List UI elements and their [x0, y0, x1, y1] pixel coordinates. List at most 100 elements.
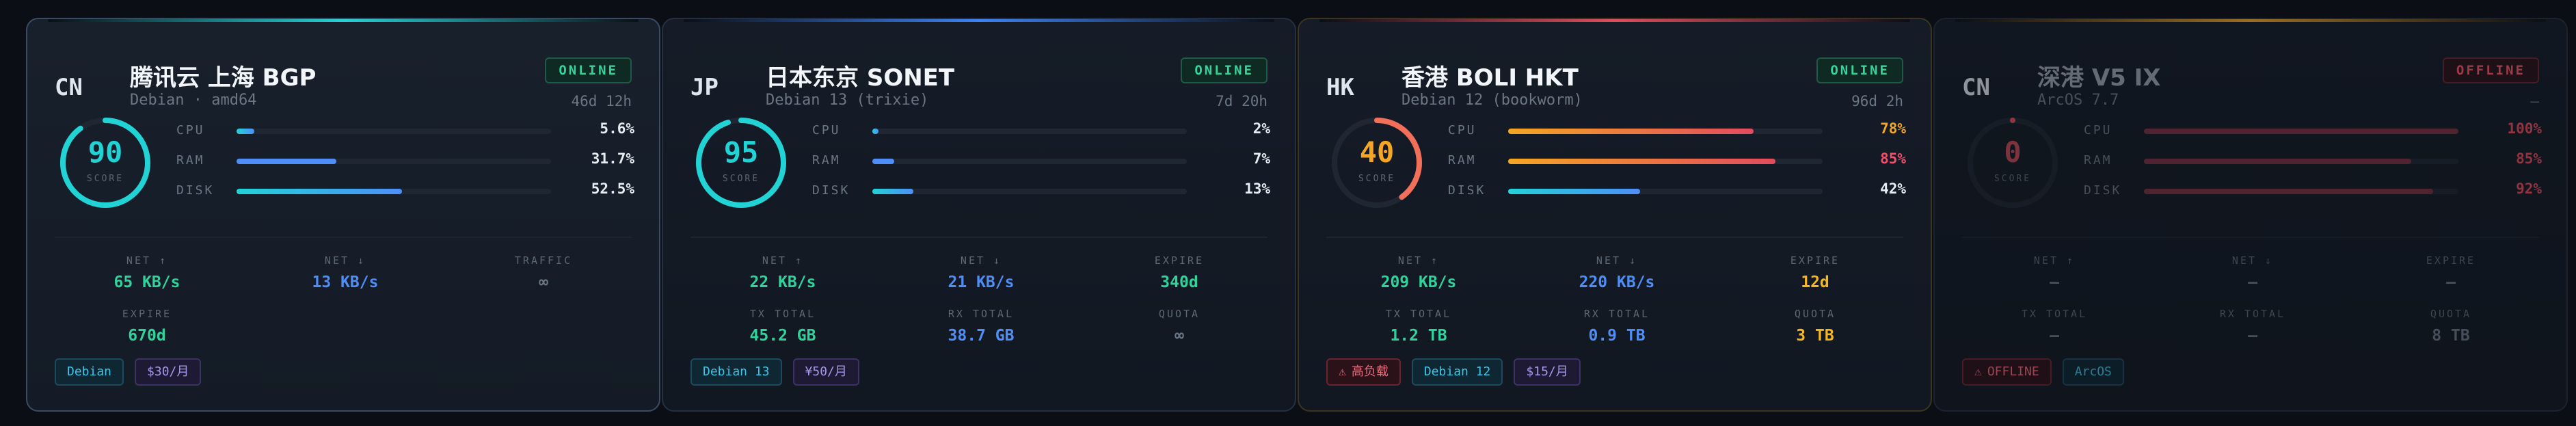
stat-net: NET ↓ 21 KB/s: [889, 254, 1073, 291]
stat-label: RX TOTAL: [1583, 308, 1650, 320]
metric-value: 31.7%: [591, 150, 634, 167]
uptime: 46d 12h: [571, 93, 632, 109]
card-divider: [690, 237, 1267, 238]
stat-label: EXPIRE: [1154, 254, 1205, 267]
metric-label: RAM: [176, 153, 205, 168]
resource-metrics: CPU 2% RAM 7% DISK 13%: [812, 119, 1270, 209]
status-badge: ONLINE: [545, 57, 632, 83]
price-tag: $30/月: [135, 358, 202, 386]
stat-label: EXPIRE: [1790, 254, 1840, 267]
score-gauge: 40 SCORE: [1329, 115, 1425, 211]
card-divider: [1326, 237, 1903, 238]
stat-net: NET ↓ 13 KB/s: [253, 254, 438, 291]
server-card[interactable]: JP 日本东京 SONET Debian 13 (trixie) ONLINE 7d 2…: [662, 18, 1296, 412]
os-info: Debian 12 (bookworm): [1401, 92, 1583, 109]
stat-label: NET ↑: [126, 254, 168, 267]
stat-value: —: [2248, 274, 2257, 291]
stat-tx-total: TX TOTAL —: [1962, 308, 2147, 345]
metric-value: 100%: [2507, 120, 2542, 137]
price-tag: ¥50/月: [792, 358, 859, 386]
metric-cpu: CPU 78%: [1448, 119, 1906, 149]
metric-label: DISK: [1448, 183, 1486, 198]
metric-bar-track: [1508, 129, 1823, 134]
card-tags: Debian $30/月: [55, 358, 212, 386]
metric-bar-track: [237, 159, 551, 164]
server-card[interactable]: HK 香港 BOLI HKT Debian 12 (bookworm) ONLINE 9…: [1298, 18, 1932, 412]
metric-value: 2%: [1252, 120, 1270, 137]
score-gauge: 0 SCORE: [1965, 115, 2061, 211]
metric-bar-track: [872, 159, 1187, 164]
metric-value: 52.5%: [591, 181, 634, 197]
tag-text: 高负载: [1351, 364, 1388, 379]
os-tag: Debian 13: [690, 358, 782, 386]
os-tag: ArcOS: [2062, 358, 2124, 386]
card-tags: ⚠ OFFLINE ArcOS: [1962, 358, 2135, 386]
stat-traffic: TRAFFIC ∞: [451, 254, 636, 291]
metric-label: CPU: [812, 123, 841, 137]
metric-disk: DISK 52.5%: [176, 179, 634, 209]
server-card[interactable]: CN 腾讯云 上海 BGP Debian · amd64 ONLINE 46d 12h 9…: [26, 18, 660, 412]
metric-bar-fill: [2144, 129, 2458, 134]
stat-value: —: [2248, 327, 2257, 345]
metric-value: 78%: [1880, 120, 1906, 137]
stat-label: EXPIRE: [2426, 254, 2476, 267]
metric-cpu: CPU 2%: [812, 119, 1270, 149]
stat-value: 209 KB/s: [1380, 274, 1457, 291]
stat-quota: QUOTA ∞: [1087, 308, 1272, 345]
price-tag: $15/月: [1514, 358, 1581, 386]
stat-label: TRAFFIC: [514, 254, 573, 267]
tag-text: Debian: [67, 364, 112, 379]
stat-value: 340d: [1160, 274, 1198, 291]
stat-label: TX TOTAL: [1385, 308, 1452, 320]
metric-bar-fill: [237, 129, 254, 134]
tag-text: OFFLINE: [1987, 364, 2039, 379]
metric-bar-track: [872, 189, 1187, 194]
stat-expire: EXPIRE —: [2359, 254, 2543, 291]
alert-tag: ⚠ OFFLINE: [1962, 358, 2052, 386]
country-code: JP: [690, 74, 719, 101]
stat-label: RX TOTAL: [2219, 308, 2286, 320]
card-accent-bar: [48, 19, 639, 22]
server-name: 日本东京 SONET: [766, 64, 955, 92]
stat-rx-total: RX TOTAL —: [2160, 308, 2345, 345]
score-gauge: 90 SCORE: [57, 115, 153, 211]
stat-value: 45.2 GB: [749, 327, 816, 345]
network-stats: NET ↑ 22 KB/s NET ↓ 21 KB/s EXPIRE 340d TX TOT…: [690, 254, 1267, 364]
country-code: CN: [1962, 74, 1990, 101]
stat-quota: QUOTA 3 TB: [1723, 308, 1907, 345]
network-stats: NET ↑ 209 KB/s NET ↓ 220 KB/s EXPIRE 12d TX TO…: [1326, 254, 1903, 364]
metric-bar-track: [1508, 189, 1823, 194]
metric-value: 7%: [1252, 150, 1270, 167]
warning-icon: ⚠: [1974, 364, 1982, 379]
metric-bar-fill: [1508, 189, 1641, 194]
stat-tx-total: TX TOTAL 1.2 TB: [1326, 308, 1511, 345]
resource-metrics: CPU 78% RAM 85% DISK 42%: [1448, 119, 1906, 209]
stat-value: 0.9 TB: [1588, 327, 1646, 345]
country-code: HK: [1326, 74, 1354, 101]
score-value: 90: [88, 135, 123, 169]
server-name: 深港 V5 IX: [2037, 64, 2161, 92]
stat-label: NET ↓: [324, 254, 366, 267]
os-info: ArcOS 7.7: [2037, 92, 2119, 109]
stat-net: NET ↑ 22 KB/s: [690, 254, 875, 291]
metric-bar-track: [2144, 189, 2458, 194]
stat-value: —: [2446, 274, 2456, 291]
server-card[interactable]: CN 深港 V5 IX ArcOS 7.7 OFFLINE — 0 SCORE CPU 100%…: [1933, 18, 2568, 412]
stat-net: NET ↑ 209 KB/s: [1326, 254, 1511, 291]
card-divider: [1962, 237, 2539, 238]
metric-value: 85%: [2516, 150, 2542, 167]
metric-bar-track: [237, 189, 551, 194]
stat-label: QUOTA: [1158, 308, 1200, 320]
stat-label: EXPIRE: [122, 308, 172, 320]
stat-value: 13 KB/s: [312, 274, 379, 291]
metric-disk: DISK 13%: [812, 179, 1270, 209]
stat-value: 22 KB/s: [749, 274, 816, 291]
card-header: HK 香港 BOLI HKT Debian 12 (bookworm) ONLINE 9…: [1326, 42, 1903, 109]
metric-value: 85%: [1880, 150, 1906, 167]
stat-net: NET ↓ —: [2160, 254, 2345, 291]
card-accent-bar: [1955, 19, 2546, 22]
metric-bar-fill: [1508, 129, 1754, 134]
stat-label: QUOTA: [1794, 308, 1836, 320]
metric-value: 13%: [1244, 181, 1270, 197]
country-code: CN: [55, 74, 83, 101]
